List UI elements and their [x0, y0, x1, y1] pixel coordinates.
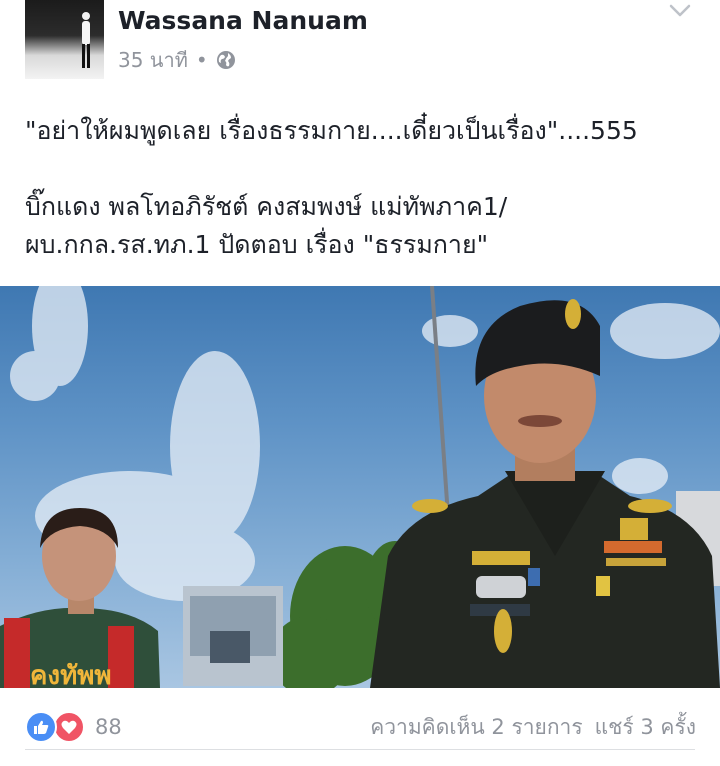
- post-header: Wassana Nanuam 35 นาที •: [0, 0, 720, 90]
- avatar-figure: [82, 12, 90, 68]
- globe-icon[interactable]: [216, 50, 236, 70]
- post-footer: 88 ความคิดเห็น 2 รายการ แชร์ 3 ครั้ง: [0, 688, 720, 766]
- like-icon: [25, 711, 57, 743]
- post-time[interactable]: 35 นาที: [118, 44, 188, 76]
- reaction-count: 88: [95, 715, 122, 739]
- engagement-stats: ความคิดเห็น 2 รายการ แชร์ 3 ครั้ง: [370, 710, 696, 744]
- photo-scene: คงทัพพ: [0, 286, 720, 688]
- reaction-summary[interactable]: 88: [25, 710, 122, 744]
- shirt-text: คงทัพพ: [30, 661, 112, 688]
- comment-count[interactable]: ความคิดเห็น 2 รายการ: [370, 711, 582, 744]
- footer-divider: [25, 749, 695, 750]
- chevron-down-icon[interactable]: [668, 2, 692, 20]
- share-count[interactable]: แชร์ 3 ครั้ง: [595, 711, 696, 744]
- avatar[interactable]: [25, 0, 104, 79]
- post-text: "อย่าให้ผมพูดเลย เรื่องธรรมกาย....เดี๋ยว…: [25, 112, 705, 264]
- post-text-line: "อย่าให้ผมพูดเลย เรื่องธรรมกาย....เดี๋ยว…: [25, 116, 638, 145]
- post-text-line: บิ๊กแดง พลโทอภิรัชต์ คงสมพงษ์ แม่ทัพภาค1…: [25, 192, 508, 221]
- love-icon: [53, 711, 85, 743]
- post-photo[interactable]: คงทัพพ: [0, 286, 720, 688]
- author-name[interactable]: Wassana Nanuam: [118, 6, 368, 35]
- meta-separator: •: [195, 48, 208, 72]
- post-text-line: ผบ.กกล.รส.ทภ.1 ปัดตอบ เรื่อง "ธรรมกาย": [25, 230, 489, 259]
- post-meta: 35 นาที •: [118, 46, 236, 74]
